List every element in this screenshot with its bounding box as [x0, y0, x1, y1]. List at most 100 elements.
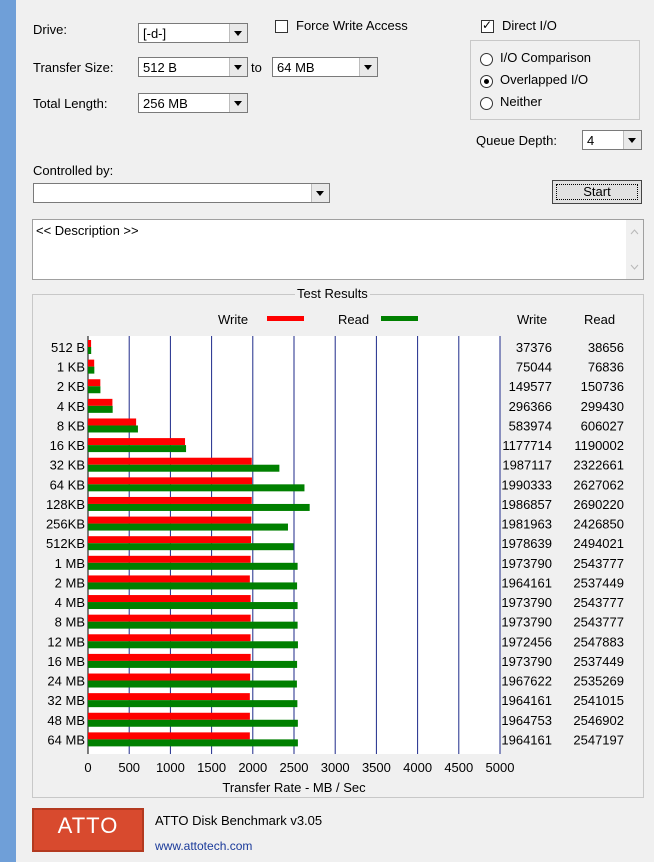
x-tick-label: 4000: [403, 760, 432, 775]
write-value: 1973790: [501, 556, 552, 571]
queue-depth-label: Queue Depth:: [476, 133, 557, 148]
chevron-down-icon[interactable]: [359, 58, 377, 76]
category-label: 12 MB: [47, 634, 85, 649]
category-label: 24 MB: [47, 674, 85, 689]
write-bar: [88, 496, 252, 504]
total-length-select[interactable]: 256 MB: [138, 93, 248, 113]
read-bar: [88, 347, 92, 354]
read-bar: [88, 464, 280, 472]
write-bar: [88, 555, 251, 563]
read-bar: [88, 484, 305, 492]
direct-io-checkbox[interactable]: [481, 18, 494, 33]
start-button-label: Start: [556, 184, 638, 200]
chevron-down-icon[interactable]: [623, 131, 641, 149]
legend-read-label: Read: [338, 312, 369, 327]
transfer-size-label: Transfer Size:: [33, 60, 114, 75]
transfer-from-value: 512 B: [143, 60, 177, 75]
category-label: 8 KB: [57, 418, 85, 433]
read-value: 76836: [588, 360, 624, 375]
description-scrollbar[interactable]: [626, 220, 643, 279]
category-label: 1 MB: [55, 556, 85, 571]
x-tick-label: 0: [84, 760, 91, 775]
read-bar: [88, 503, 310, 511]
overlapped-io-label: Overlapped I/O: [500, 72, 589, 87]
product-name: ATTO Disk Benchmark v3.05: [155, 813, 323, 828]
neither-label: Neither: [500, 94, 542, 109]
read-bar: [88, 543, 294, 551]
io-comparison-radio[interactable]: [480, 53, 493, 66]
chart-legend: Write Read Write Read: [218, 312, 615, 327]
write-value: 1973790: [501, 595, 552, 610]
transfer-from-select[interactable]: 512 B: [138, 57, 248, 77]
write-value: 1177714: [502, 438, 552, 453]
read-value: 2322661: [573, 458, 624, 473]
chevron-down-icon[interactable]: [229, 58, 247, 76]
window-edge: [0, 0, 16, 862]
write-bar: [88, 653, 251, 661]
x-tick-label: 500: [118, 760, 140, 775]
start-button[interactable]: Start: [552, 180, 642, 204]
write-bar: [88, 595, 251, 603]
read-value: 2426850: [573, 517, 624, 532]
write-bar: [88, 418, 137, 426]
category-label: 512 B: [51, 340, 85, 355]
read-value: 2535269: [573, 674, 624, 689]
read-bar: [88, 680, 297, 688]
transfer-to-value: 64 MB: [277, 60, 315, 75]
write-bar: [88, 379, 101, 387]
read-value: 2547197: [573, 732, 624, 747]
read-bar: [88, 739, 298, 747]
read-bar: [88, 523, 288, 531]
x-tick-label: 3500: [362, 760, 391, 775]
write-bar: [88, 693, 250, 701]
website-link[interactable]: www.attotech.com: [155, 839, 252, 853]
controlled-by-select[interactable]: [33, 183, 330, 203]
read-value: 2690220: [573, 497, 624, 512]
controlled-by-label: Controlled by:: [33, 163, 114, 178]
x-tick-label: 4500: [444, 760, 473, 775]
write-bar: [88, 516, 252, 524]
chevron-down-icon[interactable]: [229, 94, 247, 112]
category-label: 16 MB: [47, 654, 85, 669]
write-value: 1990333: [501, 477, 552, 492]
read-bar: [88, 719, 298, 727]
force-write-checkbox[interactable]: [275, 20, 288, 33]
read-value: 38656: [588, 340, 624, 355]
neither-radio[interactable]: [480, 97, 493, 110]
read-value: 2494021: [573, 536, 624, 551]
description-textarea[interactable]: << Description >>: [32, 219, 644, 280]
write-value: 75044: [516, 360, 552, 375]
write-value: 583974: [509, 418, 552, 433]
category-label: 64 KB: [50, 477, 85, 492]
read-bar: [88, 425, 138, 433]
read-bar: [88, 641, 298, 649]
category-label: 256KB: [46, 517, 85, 532]
category-label: 1 KB: [57, 360, 85, 375]
read-value: 1190002: [574, 438, 624, 453]
write-bar: [88, 732, 250, 740]
write-value: 296366: [509, 399, 552, 414]
read-bar: [88, 386, 101, 394]
total-length-label: Total Length:: [33, 96, 108, 111]
legend-write-swatch: [267, 316, 304, 321]
chevron-down-icon[interactable]: [229, 24, 247, 42]
transfer-to-select[interactable]: 64 MB: [272, 57, 378, 77]
x-tick-label: 2000: [238, 760, 267, 775]
to-label: to: [251, 60, 262, 75]
category-label: 2 MB: [55, 575, 85, 590]
x-tick-label: 2500: [280, 760, 309, 775]
legend-write-label: Write: [218, 312, 248, 327]
category-label: 4 MB: [55, 595, 85, 610]
read-value: 2546902: [573, 713, 624, 728]
category-label: 32 KB: [50, 458, 85, 473]
x-axis-label: Transfer Rate - MB / Sec: [222, 780, 366, 795]
queue-depth-select[interactable]: 4: [582, 130, 642, 150]
x-tick-label: 1500: [197, 760, 226, 775]
write-value: 1973790: [501, 654, 552, 669]
total-length-value: 256 MB: [143, 96, 188, 111]
drive-select[interactable]: [-d-]: [138, 23, 248, 43]
x-tick-label: 3000: [321, 760, 350, 775]
chevron-down-icon[interactable]: [311, 184, 329, 202]
write-bar: [88, 477, 253, 485]
overlapped-io-radio[interactable]: [480, 75, 493, 88]
